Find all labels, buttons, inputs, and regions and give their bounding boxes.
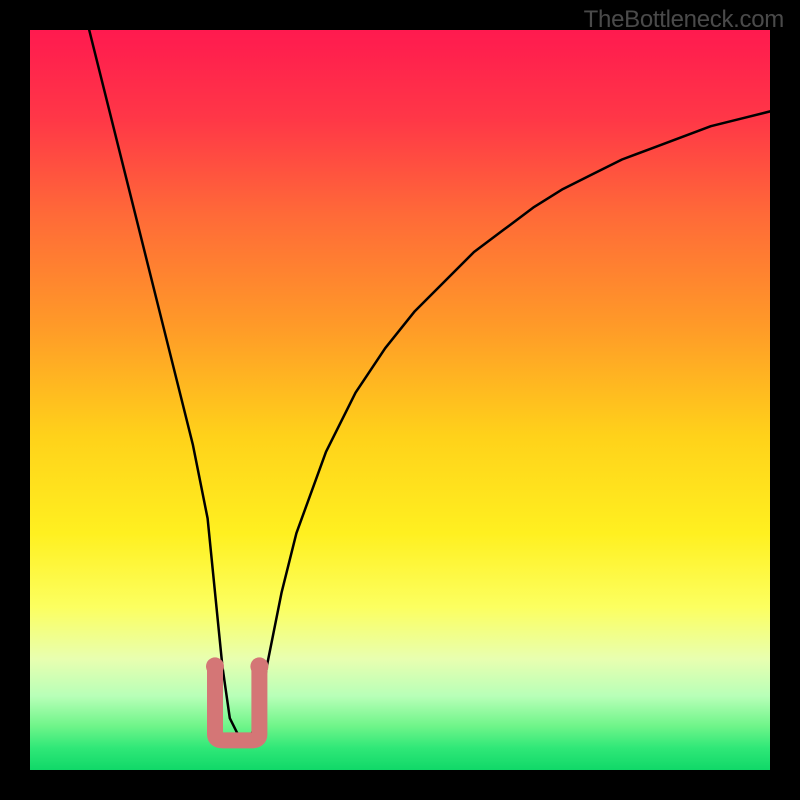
- bottleneck-curve: [30, 30, 770, 770]
- chart-frame: TheBottleneck.com: [0, 0, 800, 800]
- valley-marker-knob-2: [250, 657, 268, 675]
- curve-path: [89, 30, 770, 740]
- watermark-text: TheBottleneck.com: [584, 6, 784, 34]
- valley-marker-knob-1: [206, 657, 224, 675]
- valley-marker: [215, 666, 259, 740]
- plot-area: [30, 30, 770, 770]
